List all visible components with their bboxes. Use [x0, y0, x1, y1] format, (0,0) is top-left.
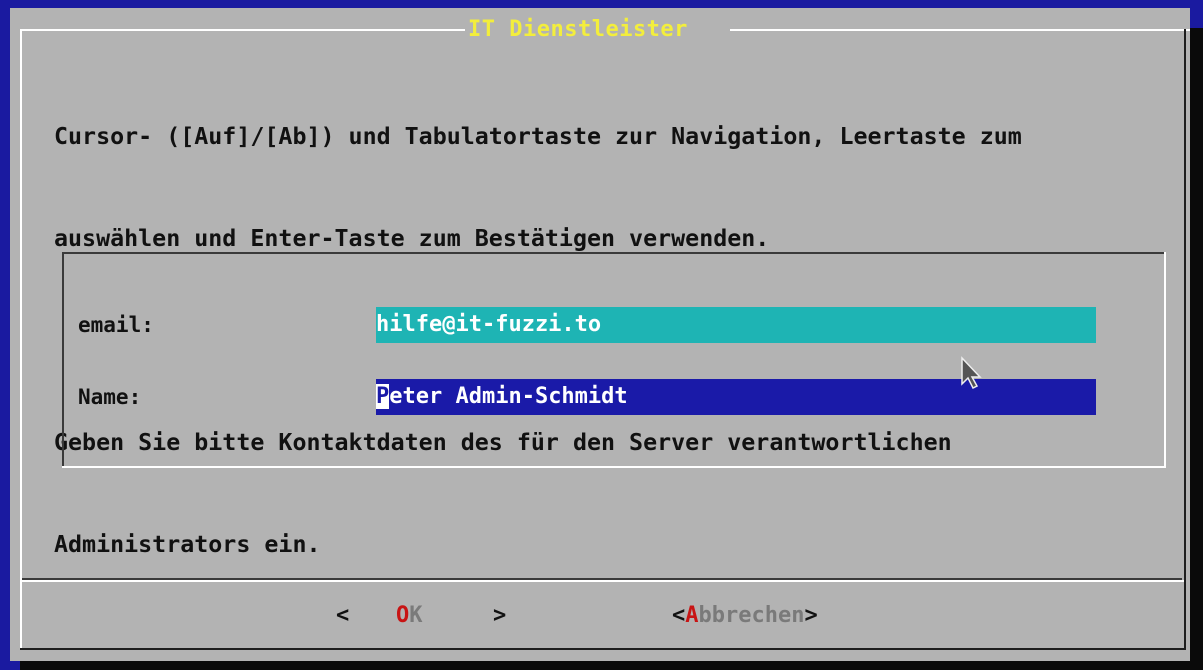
- frame-top-right: [730, 29, 1190, 31]
- cancel-label-rest: bbrechen: [698, 603, 805, 628]
- ok-button-left-bracket[interactable]: <: [336, 600, 349, 632]
- frame-left: [20, 29, 22, 649]
- ok-button[interactable]: OK: [396, 600, 423, 632]
- name-value: eter Admin-Schmidt: [389, 384, 628, 409]
- cancel-right-bracket: >: [804, 603, 818, 628]
- frame-top-left: [22, 29, 465, 31]
- name-field[interactable]: Peter Admin-Schmidt: [376, 379, 1096, 415]
- email-field[interactable]: hilfe@it-fuzzi.to: [376, 307, 1096, 343]
- dialog-window: IT Dienstleister Cursor- ([Auf]/[Ab]) un…: [10, 8, 1190, 661]
- text-cursor: P: [376, 384, 390, 409]
- prompt-line-2: Administrators ein.: [54, 531, 321, 558]
- form-box: [62, 252, 1166, 468]
- mouse-pointer-icon: [961, 356, 982, 390]
- email-label: email:: [78, 313, 154, 337]
- frame-bottom: [20, 648, 1186, 650]
- frame-right: [1184, 29, 1186, 649]
- email-value: hilfe@it-fuzzi.to: [376, 312, 602, 337]
- ok-label-rest: K: [409, 603, 423, 628]
- cancel-hotkey: A: [685, 603, 699, 628]
- ok-hotkey: O: [396, 603, 410, 628]
- name-label: Name:: [78, 385, 142, 409]
- dialog-title: IT Dienstleister: [468, 17, 688, 42]
- instruction-line-1: Cursor- ([Auf]/[Ab]) und Tabulatortaste …: [54, 123, 1022, 150]
- cancel-left-bracket: <: [672, 603, 686, 628]
- ok-button-right-bracket[interactable]: >: [493, 600, 506, 632]
- cancel-button[interactable]: <Abbrechen>: [672, 600, 818, 632]
- instruction-line-2: auswählen und Enter-Taste zum Bestätigen…: [54, 225, 770, 252]
